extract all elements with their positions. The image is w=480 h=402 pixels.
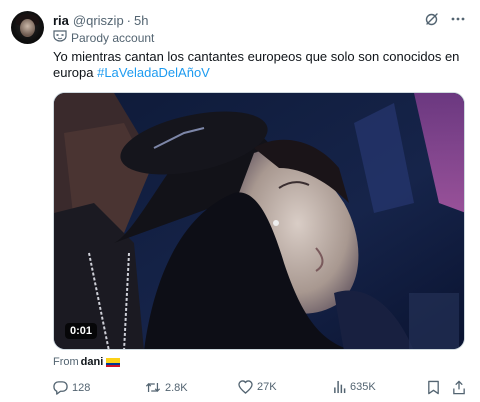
post-time[interactable]: 5h <box>134 13 148 28</box>
like-button[interactable]: 27K <box>238 380 277 394</box>
parody-mask-icon <box>53 30 67 45</box>
colombia-flag-icon <box>106 357 121 367</box>
video-frame <box>54 93 464 349</box>
share-icon <box>452 380 466 395</box>
parody-text: Parody account <box>71 30 155 45</box>
video-player[interactable]: 0:01 <box>53 92 465 350</box>
share-button[interactable] <box>452 380 466 395</box>
separator: · <box>126 12 132 28</box>
views-button[interactable]: 635K <box>333 380 376 394</box>
post-text: Yo mientras cantan los cantantes europeo… <box>53 49 463 81</box>
top-actions <box>424 11 466 27</box>
like-count: 27K <box>257 381 277 393</box>
parody-label: Parody account <box>53 30 154 45</box>
user-handle[interactable]: @qriszip <box>73 13 124 28</box>
avatar-face <box>20 19 35 37</box>
hashtag-link[interactable]: #LaVeladaDelAñoV <box>97 65 210 80</box>
display-name[interactable]: ria <box>53 13 69 28</box>
from-label: From <box>53 356 79 368</box>
post: ria @qriszip · 5h Parody account Yo mien… <box>0 0 480 402</box>
views-count: 635K <box>350 381 376 393</box>
action-bar: 128 2.8K 27K 635K <box>53 380 468 398</box>
repost-button[interactable]: 2.8K <box>145 380 188 395</box>
views-icon <box>333 380 346 394</box>
avatar[interactable] <box>11 11 44 44</box>
bookmark-button[interactable] <box>427 380 440 395</box>
more-icon[interactable] <box>450 11 466 27</box>
video-attribution: From dani <box>53 356 121 368</box>
from-user[interactable]: dani <box>81 356 104 368</box>
repost-count: 2.8K <box>165 381 188 394</box>
bookmark-icon <box>427 380 440 395</box>
reply-icon <box>53 380 68 395</box>
reply-button[interactable]: 128 <box>53 380 90 395</box>
reply-count: 128 <box>72 381 91 394</box>
heart-icon <box>238 380 253 394</box>
repost-icon <box>145 380 161 395</box>
grok-icon[interactable] <box>424 11 440 27</box>
video-duration: 0:01 <box>65 323 98 339</box>
post-header: ria @qriszip · 5h <box>53 11 148 29</box>
